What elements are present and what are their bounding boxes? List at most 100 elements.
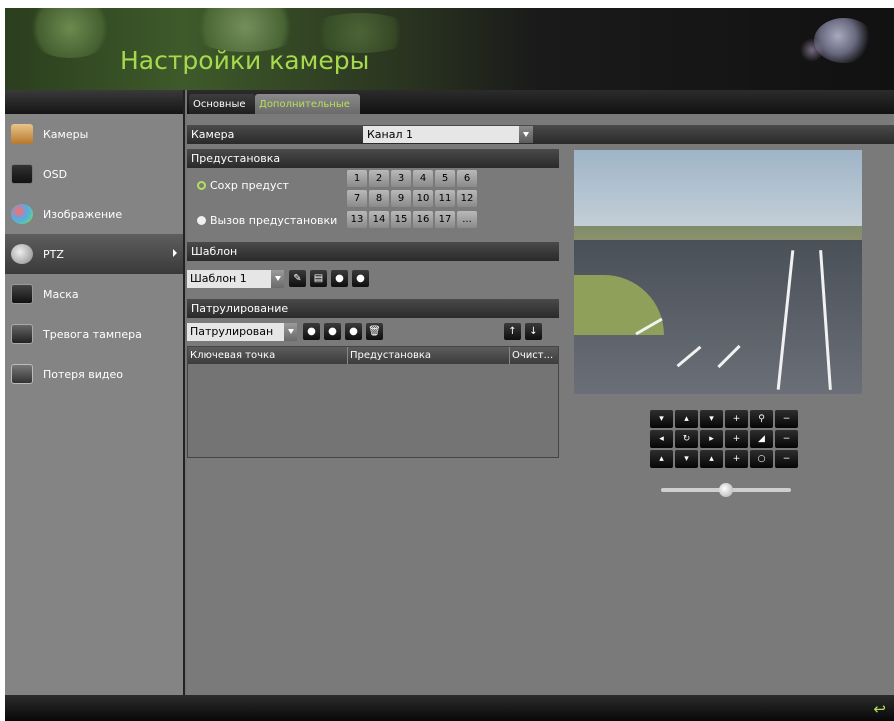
tab-advanced[interactable]: Дополнительные: [255, 94, 360, 114]
preset-button[interactable]: 10: [413, 190, 433, 207]
sidebar-item-label: Маска: [43, 287, 79, 301]
iris-minus-button[interactable]: −: [775, 450, 798, 468]
start-patrol-button[interactable]: ●: [324, 323, 341, 340]
tamper-icon: [11, 324, 33, 344]
ptz-icon: [11, 244, 33, 264]
preset-more-button[interactable]: ...: [457, 211, 477, 228]
preset-button[interactable]: 8: [369, 190, 389, 207]
preset-button[interactable]: 14: [369, 211, 389, 228]
move-down-button[interactable]: ↓: [525, 323, 542, 340]
start-pattern-button[interactable]: ●: [331, 270, 348, 287]
radio-label: Вызов предустановки: [210, 214, 338, 227]
preset-button[interactable]: 1: [347, 170, 367, 187]
iris-plus-button[interactable]: +: [725, 450, 748, 468]
zoom-in-button[interactable]: +: [725, 410, 748, 428]
delete-patrol-button[interactable]: 🗑: [366, 323, 383, 340]
patrol-key-points-table: Ключевая точка Предустановка Очист...: [187, 346, 559, 458]
preset-button[interactable]: 3: [391, 170, 411, 187]
sidebar-item-label: OSD: [43, 167, 68, 181]
save-pattern-button[interactable]: ▤: [310, 270, 327, 287]
preset-button[interactable]: 7: [347, 190, 367, 207]
ptz-speed-slider[interactable]: [661, 483, 791, 497]
return-icon[interactable]: ↩: [873, 700, 886, 718]
focus-plus-button[interactable]: +: [725, 430, 748, 448]
ptz-down-right-button[interactable]: ▴: [700, 450, 723, 468]
ptz-up-button[interactable]: ▴: [675, 410, 698, 428]
camera-select[interactable]: Канал 1: [363, 126, 533, 143]
ptz-left-button[interactable]: ◂: [650, 430, 673, 448]
tab-basic[interactable]: Основные: [189, 94, 255, 114]
ptz-down-button[interactable]: ▾: [675, 450, 698, 468]
chevron-down-icon[interactable]: [284, 323, 297, 341]
patrol-section-header: Патрулирование: [187, 299, 559, 318]
section-title: Патрулирование: [191, 302, 289, 315]
bubble-decoration: [800, 38, 824, 62]
focus-minus-button[interactable]: −: [775, 430, 798, 448]
call-preset-radio[interactable]: Вызов предустановки: [197, 214, 337, 227]
patrol-select[interactable]: Патрулирован: [187, 323, 297, 341]
sidebar-item-mask[interactable]: Маска: [5, 274, 183, 314]
header-banner: Настройки камеры: [5, 8, 894, 90]
sidebar-item-tamper[interactable]: Тревога тампера: [5, 314, 183, 354]
chevron-right-icon: [173, 249, 177, 257]
mask-icon: [11, 284, 33, 304]
ptz-auto-button[interactable]: ↻: [675, 430, 698, 448]
table-header: Ключевая точка Предустановка Очист...: [188, 347, 558, 364]
preset-button[interactable]: 2: [369, 170, 389, 187]
ptz-up-left-button[interactable]: ▾: [650, 410, 673, 428]
stop-patrol-button[interactable]: ●: [345, 323, 362, 340]
chevron-down-icon[interactable]: [271, 270, 284, 288]
preset-section-header: Предустановка: [187, 149, 559, 168]
sidebar-item-ptz[interactable]: PTZ: [5, 234, 183, 274]
camera-settings-window: Настройки камеры Камеры OSD Изображение …: [5, 8, 894, 721]
column-header-clear[interactable]: Очист...: [510, 347, 558, 364]
add-patrol-button[interactable]: ●: [303, 323, 320, 340]
preset-button[interactable]: 15: [391, 211, 411, 228]
preview-sky: [574, 150, 862, 230]
slider-handle[interactable]: [719, 483, 733, 497]
preset-button[interactable]: 13: [347, 211, 367, 228]
leaf-decoration: [25, 8, 115, 58]
ptz-down-left-button[interactable]: ▴: [650, 450, 673, 468]
chevron-down-icon[interactable]: [519, 126, 533, 143]
sidebar-item-cameras[interactable]: Камеры: [5, 114, 183, 154]
sidebar: Камеры OSD Изображение PTZ Маска Тревога…: [5, 90, 185, 695]
ptz-right-button[interactable]: ▸: [700, 430, 723, 448]
osd-icon: [11, 164, 33, 184]
video-loss-icon: [11, 364, 33, 384]
preset-button[interactable]: 6: [457, 170, 477, 187]
edit-pattern-button[interactable]: ✎: [289, 270, 306, 287]
section-title: Шаблон: [191, 245, 238, 258]
sidebar-item-osd[interactable]: OSD: [5, 154, 183, 194]
sidebar-item-label: Тревога тампера: [43, 327, 142, 341]
zoom-out-button[interactable]: −: [775, 410, 798, 428]
ptz-up-right-button[interactable]: ▾: [700, 410, 723, 428]
sidebar-item-label: PTZ: [43, 247, 64, 261]
sidebar-item-video-loss[interactable]: Потеря видео: [5, 354, 183, 394]
move-up-button[interactable]: ↑: [504, 323, 521, 340]
page-title: Настройки камеры: [120, 46, 370, 75]
pattern-select[interactable]: Шаблон 1: [187, 270, 284, 288]
tab-bar: Основные Дополнительные: [187, 90, 894, 114]
column-header-key-point[interactable]: Ключевая точка: [188, 347, 348, 364]
camera-preview[interactable]: [574, 150, 862, 394]
image-icon: [11, 204, 33, 224]
preset-button[interactable]: 4: [413, 170, 433, 187]
radio-label: Сохр предуст: [210, 179, 289, 192]
main-panel: Основные Дополнительные Камера Канал 1 П…: [187, 90, 894, 695]
camera-row: Камера: [187, 125, 894, 144]
column-header-preset[interactable]: Предустановка: [348, 347, 510, 364]
stop-pattern-button[interactable]: ●: [352, 270, 369, 287]
pattern-select-value: Шаблон 1: [190, 272, 247, 285]
sidebar-item-image[interactable]: Изображение: [5, 194, 183, 234]
sidebar-item-label: Камеры: [43, 127, 89, 141]
sidebar-item-label: Изображение: [43, 207, 123, 221]
preset-button[interactable]: 16: [413, 211, 433, 228]
preset-button[interactable]: 11: [435, 190, 455, 207]
preset-button[interactable]: 12: [457, 190, 477, 207]
radio-unselected-icon: [197, 216, 206, 225]
preset-button[interactable]: 9: [391, 190, 411, 207]
preset-button[interactable]: 17: [435, 211, 455, 228]
preset-button[interactable]: 5: [435, 170, 455, 187]
save-preset-radio[interactable]: Сохр предуст: [197, 179, 289, 192]
